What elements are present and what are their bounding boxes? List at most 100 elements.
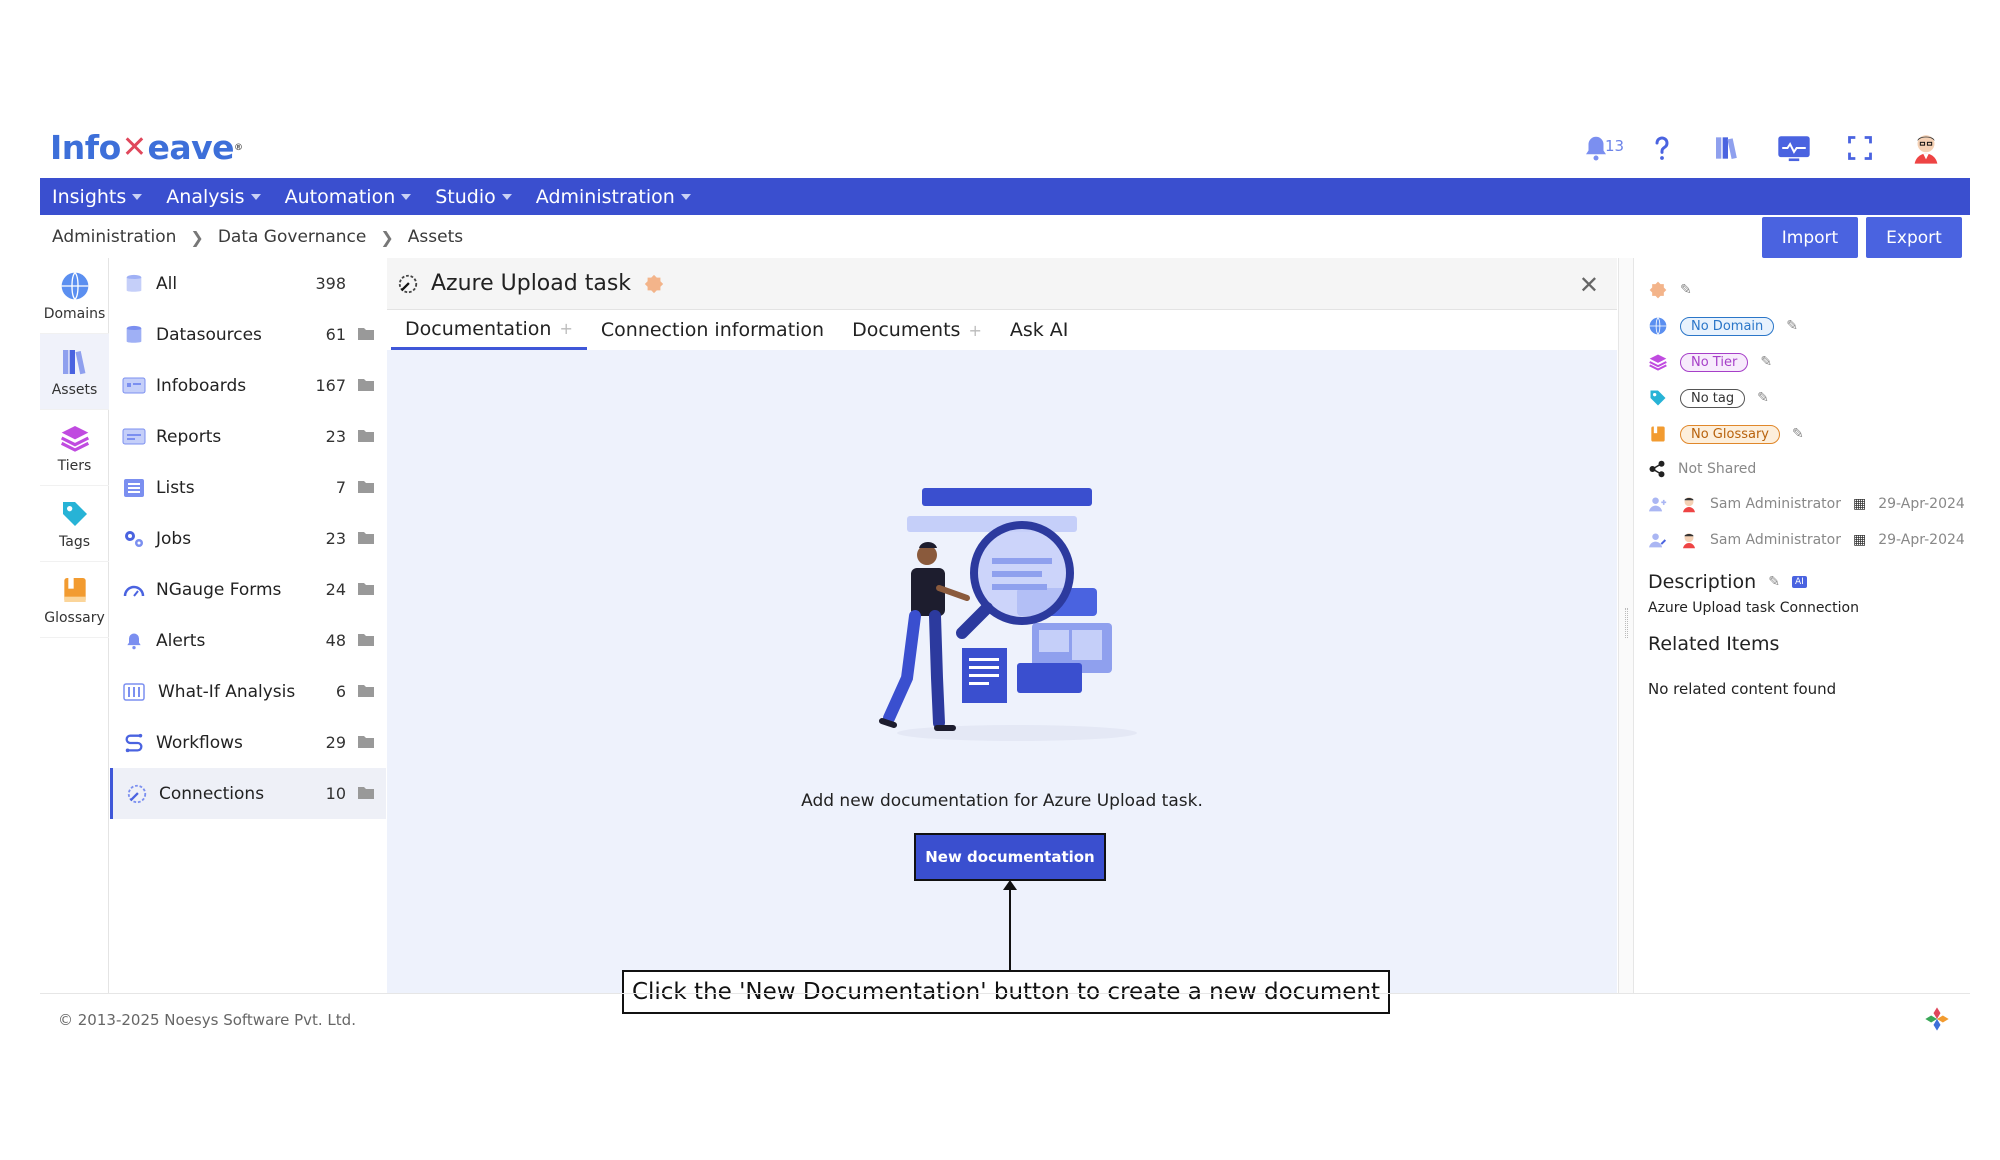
edit-pencil-icon[interactable]: ✎ [1792, 426, 1804, 442]
infoveave-logo[interactable]: Info ✕ eave ® [50, 125, 243, 170]
main-navigation: Insights Analysis Automation Studio Admi… [40, 178, 1970, 215]
domain-row: No Domain ✎ [1648, 316, 1798, 336]
copyright-text: © 2013-2025 Noesys Software Pvt. Ltd. [58, 1011, 356, 1029]
related-items-empty: No related content found [1648, 680, 1837, 698]
related-items-heading: Related Items [1648, 633, 1780, 655]
asset-type-jobs[interactable]: Jobs 23 [110, 513, 386, 564]
tier-row: No Tier ✎ [1648, 352, 1772, 372]
rail-tags[interactable]: Tags [40, 486, 109, 562]
asset-type-workflows[interactable]: Workflows 29 [110, 717, 386, 768]
breadcrumb-administration[interactable]: Administration [52, 227, 176, 247]
logo-mark-icon: ✕ [121, 130, 147, 165]
edit-pencil-icon[interactable]: ✎ [1680, 282, 1692, 298]
folder-icon[interactable] [358, 733, 374, 753]
domain-pill: No Domain [1680, 316, 1775, 336]
import-button[interactable]: Import [1762, 217, 1858, 258]
ai-badge-icon[interactable]: AI [1791, 576, 1807, 588]
user-avatar[interactable] [1907, 129, 1945, 167]
edit-pencil-icon[interactable]: ✎ [1786, 318, 1798, 334]
panel-resize-handle[interactable] [1618, 258, 1634, 993]
asset-type-reports[interactable]: Reports 23 [110, 411, 386, 462]
calendar-icon: ▦ [1853, 532, 1867, 548]
globe-icon [1649, 317, 1667, 335]
add-icon[interactable]: + [968, 321, 981, 340]
help-icon[interactable] [1643, 129, 1681, 167]
edit-pencil-icon[interactable]: ✎ [1760, 354, 1772, 370]
drag-grip-icon [1625, 608, 1628, 638]
close-icon[interactable]: ✕ [1579, 271, 1599, 299]
book-icon [1651, 426, 1665, 442]
edit-pencil-icon[interactable]: ✎ [1757, 390, 1769, 406]
datasource-icon [122, 323, 146, 347]
nav-automation[interactable]: Automation [285, 186, 412, 208]
detail-tabs: Documentation + Connection information Do… [387, 310, 1617, 350]
created-date: 29-Apr-2024 [1878, 496, 1965, 512]
add-icon[interactable]: + [559, 319, 572, 338]
modified-by-name: Sam Administrator [1710, 532, 1841, 548]
folder-icon[interactable] [358, 682, 374, 702]
database-icon [122, 272, 146, 296]
folder-icon[interactable] [358, 529, 374, 549]
folder-icon[interactable] [358, 427, 374, 447]
governance-rail: Domains Assets Tiers Tags Glossary [40, 258, 109, 993]
asset-type-lists[interactable]: Lists 7 [110, 462, 386, 513]
folder-icon[interactable] [358, 478, 374, 498]
nav-studio[interactable]: Studio [435, 186, 512, 208]
rail-domains[interactable]: Domains [40, 258, 109, 334]
asset-type-alerts[interactable]: Alerts 48 [110, 615, 386, 666]
modified-by-row: Sam Administrator ▦ 29-Apr-2024 [1648, 531, 1965, 549]
tab-documentation[interactable]: Documentation + [391, 310, 587, 350]
created-by-row: Sam Administrator ▦ 29-Apr-2024 [1648, 495, 1965, 513]
chevron-down-icon [401, 193, 412, 200]
rail-glossary[interactable]: Glossary [40, 562, 109, 638]
new-documentation-button[interactable]: New documentation [914, 833, 1106, 881]
rail-tiers[interactable]: Tiers [40, 410, 109, 486]
export-button[interactable]: Export [1866, 217, 1962, 258]
folder-icon[interactable] [358, 325, 374, 345]
notifications-bell-icon[interactable]: 13 [1577, 129, 1624, 167]
fullscreen-icon[interactable] [1841, 129, 1879, 167]
asset-type-what-if-analysis[interactable]: What-If Analysis 6 [110, 666, 386, 717]
callout-arrow-line [1009, 883, 1011, 978]
folder-icon[interactable] [358, 580, 374, 600]
nav-administration[interactable]: Administration [536, 186, 691, 208]
folder-icon[interactable] [358, 784, 374, 804]
chevron-right-icon: ❯ [190, 227, 204, 247]
glossary-row: No Glossary ✎ [1648, 424, 1804, 444]
folder-icon[interactable] [358, 631, 374, 651]
tab-documents[interactable]: Documents + [838, 310, 996, 350]
layers-icon [1649, 354, 1667, 371]
library-icon[interactable] [1709, 129, 1747, 167]
gauge-icon [122, 578, 146, 602]
sliders-icon [122, 680, 146, 704]
book-icon [63, 577, 86, 602]
instruction-callout: Click the 'New Documentation' button to … [622, 970, 1390, 1014]
globe-icon [61, 271, 88, 300]
rail-assets[interactable]: Assets [40, 334, 109, 410]
asset-title: Azure Upload task [431, 271, 632, 296]
tag-row: No tag ✎ [1648, 388, 1769, 408]
user-add-icon [1649, 497, 1667, 512]
tag-icon [62, 501, 87, 526]
asset-type-infoboards[interactable]: Infoboards 167 [110, 360, 386, 411]
nav-analysis[interactable]: Analysis [166, 186, 261, 208]
asset-type-datasources[interactable]: Datasources 61 [110, 309, 386, 360]
asset-type-all[interactable]: All 398 [110, 258, 386, 309]
nav-insights[interactable]: Insights [52, 186, 143, 208]
tag-pill: No tag [1680, 388, 1746, 408]
tab-connection-information[interactable]: Connection information [587, 310, 838, 350]
asset-type-ngauge-forms[interactable]: NGauge Forms 24 [110, 564, 386, 615]
avatar [1683, 497, 1695, 513]
asset-type-list: All 398 Datasources 61 Infoboards 167 Re… [110, 258, 386, 993]
folder-icon[interactable] [358, 376, 374, 396]
monitor-icon[interactable] [1775, 129, 1813, 167]
chevron-right-icon: ❯ [380, 227, 394, 247]
share-icon [1649, 460, 1665, 478]
edit-pencil-icon[interactable]: ✎ [1768, 574, 1780, 590]
asset-type-connections[interactable]: Connections 10 [110, 768, 386, 819]
header-toolbar: 13 [1577, 125, 1945, 170]
layers-icon [60, 425, 89, 452]
tab-ask-ai[interactable]: Ask AI [996, 310, 1083, 350]
tier-badge-icon [1649, 281, 1667, 299]
breadcrumb-data-governance[interactable]: Data Governance [218, 227, 367, 247]
